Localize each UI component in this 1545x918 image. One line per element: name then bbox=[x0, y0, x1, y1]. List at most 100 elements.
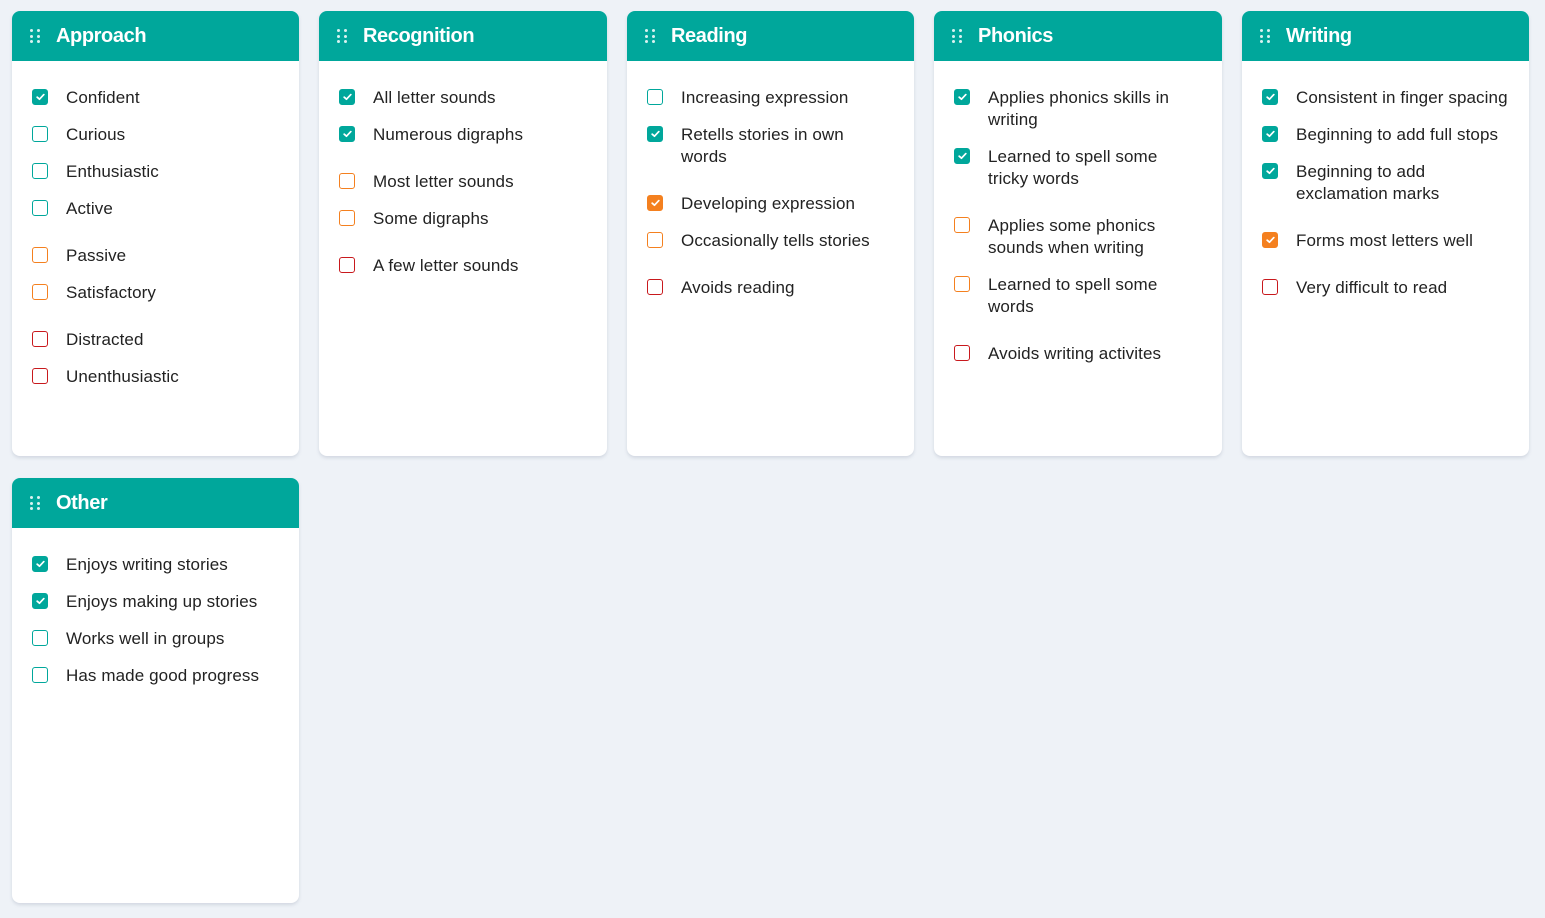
checklist-item[interactable]: Enthusiastic bbox=[32, 161, 279, 183]
checklist-item-label: Applies some phonics sounds when writing bbox=[988, 216, 1156, 257]
drag-handle-icon[interactable] bbox=[1260, 29, 1270, 43]
checkmark-icon bbox=[35, 597, 45, 605]
checklist-item[interactable]: Numerous digraphs bbox=[339, 124, 587, 146]
checkbox[interactable] bbox=[1262, 232, 1278, 248]
checkbox[interactable] bbox=[32, 200, 48, 216]
checkbox[interactable] bbox=[954, 148, 970, 164]
checklist-item-label: Applies phonics skills in writing bbox=[988, 88, 1170, 129]
checklist-item[interactable]: Enjoys writing stories bbox=[32, 554, 279, 576]
checklist-item[interactable]: Very difficult to read bbox=[1262, 277, 1509, 299]
checkbox[interactable] bbox=[32, 331, 48, 347]
checklist-item[interactable]: All letter sounds bbox=[339, 87, 587, 109]
checklist-item-label: Confident bbox=[66, 88, 140, 107]
card-title: Writing bbox=[1286, 24, 1352, 47]
checklist-item[interactable]: Enjoys making up stories bbox=[32, 591, 279, 613]
checkbox[interactable] bbox=[954, 345, 970, 361]
checklist-item[interactable]: Most letter sounds bbox=[339, 171, 587, 193]
checklist-item[interactable]: Has made good progress bbox=[32, 665, 279, 687]
checklist-item-label: All letter sounds bbox=[373, 88, 496, 107]
checkbox[interactable] bbox=[339, 126, 355, 142]
checklist-item[interactable]: Satisfactory bbox=[32, 282, 279, 304]
checklist-item-label: Beginning to add full stops bbox=[1296, 125, 1499, 144]
checklist-item-label: Forms most letters well bbox=[1296, 231, 1474, 250]
card-body: Consistent in finger spacing Beginning t… bbox=[1242, 61, 1529, 334]
checklist-item[interactable]: Applies phonics skills in writing bbox=[954, 87, 1202, 131]
checklist-item-label: Some digraphs bbox=[373, 209, 489, 228]
checkbox[interactable] bbox=[647, 126, 663, 142]
checkbox[interactable] bbox=[1262, 163, 1278, 179]
checkbox[interactable] bbox=[647, 89, 663, 105]
card-header: Other bbox=[12, 478, 299, 528]
checkmark-icon bbox=[35, 560, 45, 568]
checkbox[interactable] bbox=[32, 556, 48, 572]
card-header: Recognition bbox=[319, 11, 607, 61]
checklist-item[interactable]: Consistent in finger spacing bbox=[1262, 87, 1509, 109]
checklist-item-label: Curious bbox=[66, 125, 126, 144]
checkbox[interactable] bbox=[954, 276, 970, 292]
card-reading: Reading Increasing expression Retells st… bbox=[627, 11, 914, 456]
checklist-item[interactable]: Works well in groups bbox=[32, 628, 279, 650]
checklist-item-label: Enjoys writing stories bbox=[66, 555, 228, 574]
checklist-item[interactable]: Active bbox=[32, 198, 279, 220]
card-body: Increasing expression Retells stories in… bbox=[627, 61, 914, 334]
checkbox[interactable] bbox=[32, 593, 48, 609]
checkbox[interactable] bbox=[32, 284, 48, 300]
checkbox[interactable] bbox=[339, 210, 355, 226]
checkbox[interactable] bbox=[954, 217, 970, 233]
checkbox[interactable] bbox=[32, 163, 48, 179]
checkbox[interactable] bbox=[32, 667, 48, 683]
checkbox[interactable] bbox=[647, 195, 663, 211]
card-other: Other Enjoys writing stories Enjoys maki… bbox=[12, 478, 299, 903]
checklist-item[interactable]: A few letter sounds bbox=[339, 255, 587, 277]
checkbox[interactable] bbox=[339, 89, 355, 105]
checkbox[interactable] bbox=[1262, 279, 1278, 295]
checklist-item[interactable]: Beginning to add exclamation marks bbox=[1262, 161, 1509, 205]
checklist-item[interactable]: Passive bbox=[32, 245, 279, 267]
checklist-item[interactable]: Avoids reading bbox=[647, 277, 894, 299]
checklist-item[interactable]: Applies some phonics sounds when writing bbox=[954, 215, 1202, 259]
checkbox[interactable] bbox=[954, 89, 970, 105]
checkbox[interactable] bbox=[1262, 126, 1278, 142]
checkbox[interactable] bbox=[32, 630, 48, 646]
card-title: Approach bbox=[56, 24, 147, 47]
checklist-item[interactable]: Curious bbox=[32, 124, 279, 146]
checklist-item[interactable]: Distracted bbox=[32, 329, 279, 351]
checklist-item[interactable]: Occasionally tells stories bbox=[647, 230, 894, 252]
checklist-item-label: Unenthusiastic bbox=[66, 367, 179, 386]
checklist-item-label: Has made good progress bbox=[66, 666, 260, 685]
card-body: Enjoys writing stories Enjoys making up … bbox=[12, 528, 299, 722]
drag-handle-icon[interactable] bbox=[337, 29, 347, 43]
checklist-item-label: Occasionally tells stories bbox=[681, 231, 870, 250]
checklist-item[interactable]: Developing expression bbox=[647, 193, 894, 215]
checklist-item[interactable]: Retells stories in own words bbox=[647, 124, 894, 168]
checkbox[interactable] bbox=[647, 232, 663, 248]
card-body: Applies phonics skills in writing Learne… bbox=[934, 61, 1222, 400]
card-writing: Writing Consistent in finger spacing Beg… bbox=[1242, 11, 1529, 456]
checklist-item[interactable]: Increasing expression bbox=[647, 87, 894, 109]
checkbox[interactable] bbox=[32, 126, 48, 142]
checklist-item-label: Distracted bbox=[66, 330, 144, 349]
checkbox[interactable] bbox=[32, 247, 48, 263]
checklist-item[interactable]: Forms most letters well bbox=[1262, 230, 1509, 252]
checkbox[interactable] bbox=[32, 89, 48, 105]
checklist-item[interactable]: Some digraphs bbox=[339, 208, 587, 230]
checklist-item[interactable]: Learned to spell some words bbox=[954, 274, 1202, 318]
checklist-item-label: Active bbox=[66, 199, 113, 218]
checklist-item-label: Learned to spell some tricky words bbox=[988, 147, 1158, 188]
checkbox[interactable] bbox=[32, 368, 48, 384]
drag-handle-icon[interactable] bbox=[30, 29, 40, 43]
checklist-item[interactable]: Learned to spell some tricky words bbox=[954, 146, 1202, 190]
checkbox[interactable] bbox=[1262, 89, 1278, 105]
checklist-item[interactable]: Unenthusiastic bbox=[32, 366, 279, 388]
drag-handle-icon[interactable] bbox=[645, 29, 655, 43]
checklist-item[interactable]: Confident bbox=[32, 87, 279, 109]
checklist-item[interactable]: Avoids writing activites bbox=[954, 343, 1202, 365]
checkbox[interactable] bbox=[647, 279, 663, 295]
checklist-item-label: Beginning to add exclamation marks bbox=[1296, 162, 1440, 203]
checklist-item-label: Enthusiastic bbox=[66, 162, 159, 181]
drag-handle-icon[interactable] bbox=[952, 29, 962, 43]
checkbox[interactable] bbox=[339, 257, 355, 273]
drag-handle-icon[interactable] bbox=[30, 496, 40, 510]
checklist-item[interactable]: Beginning to add full stops bbox=[1262, 124, 1509, 146]
checkbox[interactable] bbox=[339, 173, 355, 189]
